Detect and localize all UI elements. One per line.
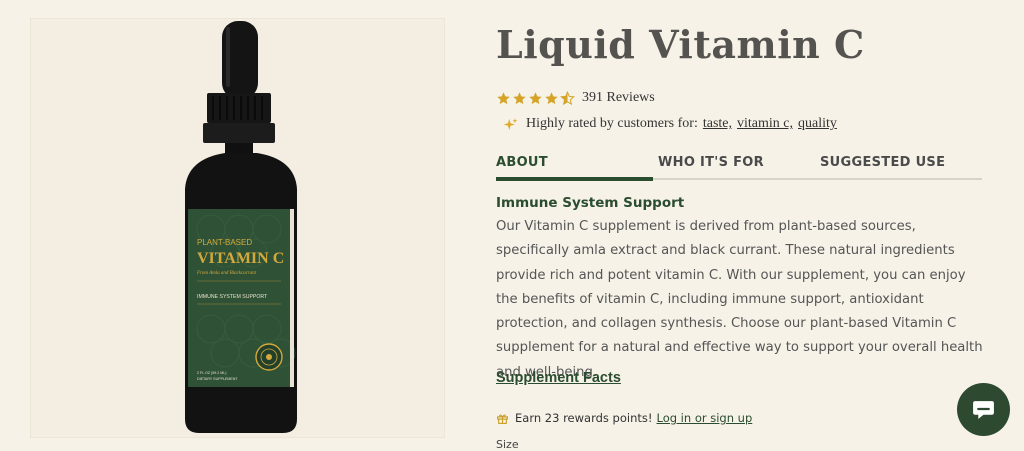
label-line1: PLANT-BASED <box>197 238 252 247</box>
star-icon <box>529 91 542 104</box>
label-line6: DIETARY SUPPLEMENT <box>197 377 238 381</box>
login-signup-link[interactable]: Log in or sign up <box>656 411 752 425</box>
review-count[interactable]: 391 Reviews <box>582 90 655 106</box>
highlight-tag-vitamin-c[interactable]: vitamin c, <box>737 116 793 132</box>
chat-button[interactable] <box>957 383 1010 436</box>
tab-about[interactable]: ABOUT <box>496 155 658 181</box>
label-line2: VITAMIN C <box>197 250 284 267</box>
about-heading: Immune System Support <box>496 195 685 211</box>
chat-icon <box>973 401 994 419</box>
supplement-facts-link[interactable]: Supplement Facts <box>496 370 621 386</box>
label-line4: IMMUNE SYSTEM SUPPORT <box>197 294 268 300</box>
star-rating <box>496 90 576 106</box>
rating-row[interactable]: 391 Reviews <box>496 90 655 106</box>
product-bottle-image: PLANT-BASED VITAMIN C From Amla and Blac… <box>185 21 297 433</box>
product-image-panel[interactable]: PLANT-BASED VITAMIN C From Amla and Blac… <box>30 18 445 438</box>
highlight-tag-taste[interactable]: taste, <box>703 116 732 132</box>
size-label: Size <box>496 438 519 451</box>
about-description: Our Vitamin C supplement is derived from… <box>496 219 983 380</box>
gift-icon <box>497 414 508 424</box>
star-icon <box>513 91 526 104</box>
customer-highlights: Highly rated by customers for: taste, vi… <box>503 116 837 132</box>
product-tabs: ABOUT WHO IT'S FOR SUGGESTED USE <box>496 155 982 181</box>
label-line5: 2 FL OZ (59.2 ML) <box>197 371 226 375</box>
rewards-text: Earn 23 rewards points! <box>515 411 653 425</box>
highlights-prefix: Highly rated by customers for: <box>526 116 698 131</box>
star-icon <box>545 91 558 104</box>
label-line3: From Amla and Blackcurrant <box>196 271 257 276</box>
highlight-tag-quality[interactable]: quality <box>798 116 837 132</box>
sparkle-icon <box>503 117 518 130</box>
tab-who-its-for[interactable]: WHO IT'S FOR <box>658 155 820 178</box>
tab-suggested-use[interactable]: SUGGESTED USE <box>820 155 982 178</box>
half-star-icon <box>560 90 575 105</box>
product-title: Liquid Vitamin C <box>496 22 865 67</box>
rewards-row: Earn 23 rewards points! Log in or sign u… <box>496 411 752 425</box>
star-icon <box>497 91 510 104</box>
